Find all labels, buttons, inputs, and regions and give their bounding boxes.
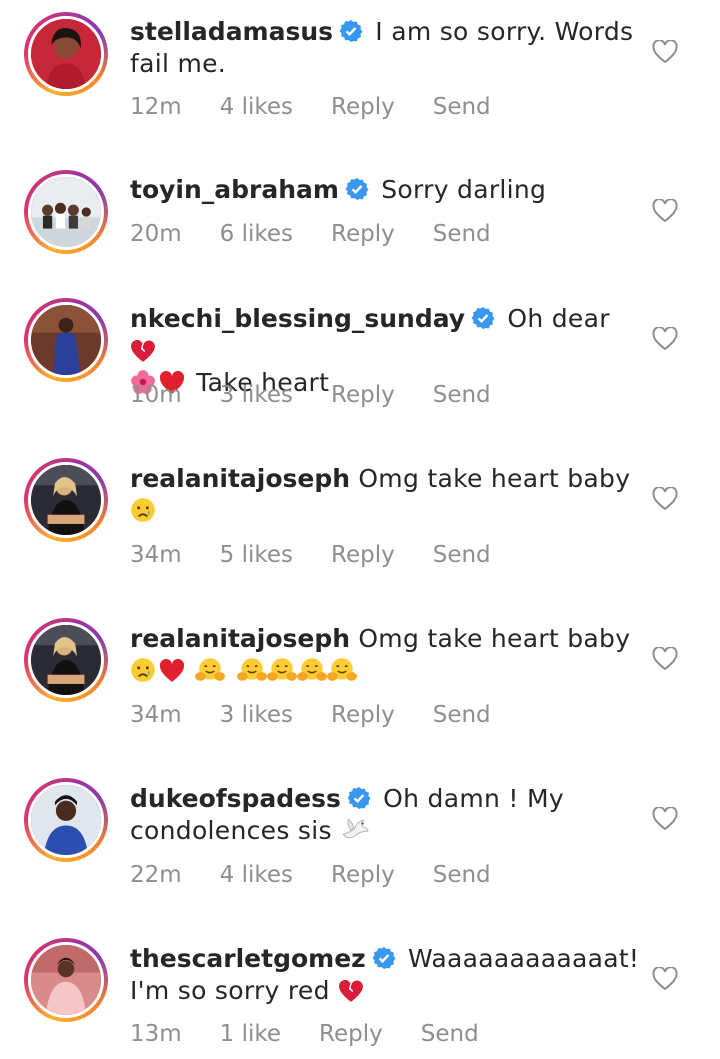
hugging-face-emoji [237, 657, 267, 683]
username[interactable]: realanitajoseph [130, 624, 350, 653]
comment-text: fail me. [130, 49, 227, 78]
reply-button[interactable]: Reply [331, 542, 395, 568]
username[interactable]: dukeofspadess [130, 784, 341, 813]
comment-meta: 13m 1 like Reply Send [130, 1021, 517, 1047]
likes-count[interactable]: 3 likes [220, 702, 293, 728]
timestamp: 10m [130, 382, 182, 408]
send-button[interactable]: Send [433, 221, 491, 247]
hugging-face-emoji [267, 657, 297, 683]
reply-button[interactable]: Reply [331, 382, 395, 408]
avatar[interactable] [24, 938, 108, 1022]
avatar[interactable] [24, 778, 108, 862]
broken-heart-emoji [338, 979, 364, 1003]
send-button[interactable]: Send [421, 1021, 479, 1047]
likes-count[interactable]: 3 likes [220, 382, 293, 408]
avatar[interactable] [24, 170, 108, 254]
comment-text: Oh dear [507, 304, 610, 333]
like-heart-icon[interactable] [652, 199, 678, 223]
send-button[interactable]: Send [433, 862, 491, 888]
crying-face-emoji [130, 497, 156, 523]
hugging-face-emoji [195, 657, 225, 683]
reply-button[interactable]: Reply [331, 94, 395, 120]
comment-meta: 34m 5 likes Reply Send [130, 542, 529, 568]
red-heart-emoji [159, 659, 185, 683]
username[interactable]: stelladamasus [130, 17, 333, 46]
comment-text: Waaaaaaaaaaaat! [407, 944, 640, 973]
verified-badge-icon [347, 786, 371, 810]
dove-emoji [340, 817, 370, 843]
send-button[interactable]: Send [433, 382, 491, 408]
send-button[interactable]: Send [433, 542, 491, 568]
like-heart-icon[interactable] [652, 40, 678, 64]
crying-face-emoji [130, 657, 156, 683]
comment-text: Omg take heart baby [358, 464, 631, 493]
username[interactable]: toyin_abraham [130, 175, 339, 204]
timestamp: 34m [130, 702, 182, 728]
avatar[interactable] [24, 458, 108, 542]
broken-heart-emoji [130, 339, 156, 363]
comment-meta: 10m 3 likes Reply Send [130, 382, 529, 408]
send-button[interactable]: Send [433, 94, 491, 120]
verified-badge-icon [372, 946, 396, 970]
like-heart-icon[interactable] [652, 807, 678, 831]
like-heart-icon[interactable] [652, 327, 678, 351]
likes-count[interactable]: 5 likes [220, 542, 293, 568]
likes-count[interactable]: 4 likes [220, 94, 293, 120]
comment-text: Oh damn ! My [383, 784, 564, 813]
timestamp: 20m [130, 221, 182, 247]
comment-text: condolences sis [130, 816, 332, 845]
likes-count[interactable]: 1 like [220, 1021, 281, 1047]
comment-text: I am so sorry. Words [375, 17, 634, 46]
verified-badge-icon [339, 19, 363, 43]
verified-badge-icon [471, 306, 495, 330]
hugging-face-emoji [297, 657, 327, 683]
timestamp: 22m [130, 862, 182, 888]
verified-badge-icon [345, 177, 369, 201]
like-heart-icon[interactable] [652, 487, 678, 511]
comment-meta: 12m 4 likes Reply Send [130, 94, 529, 120]
username[interactable]: nkechi_blessing_sunday [130, 304, 465, 333]
hugging-face-emoji [327, 657, 357, 683]
likes-count[interactable]: 6 likes [220, 221, 293, 247]
avatar[interactable] [24, 298, 108, 382]
reply-button[interactable]: Reply [331, 862, 395, 888]
reply-button[interactable]: Reply [319, 1021, 383, 1047]
avatar[interactable] [24, 618, 108, 702]
send-button[interactable]: Send [433, 702, 491, 728]
likes-count[interactable]: 4 likes [220, 862, 293, 888]
comment-text: I'm so sorry red [130, 976, 330, 1005]
reply-button[interactable]: Reply [331, 221, 395, 247]
like-heart-icon[interactable] [652, 647, 678, 671]
comment-text: Omg take heart baby [358, 624, 631, 653]
avatar[interactable] [24, 12, 108, 96]
comment-text: Sorry darling [381, 175, 547, 204]
reply-button[interactable]: Reply [331, 702, 395, 728]
like-heart-icon[interactable] [652, 967, 678, 991]
timestamp: 12m [130, 94, 182, 120]
username[interactable]: thescarletgomez [130, 944, 366, 973]
comment-meta: 34m 3 likes Reply Send [130, 702, 529, 728]
comment-meta: 20m 6 likes Reply Send [130, 221, 529, 247]
username[interactable]: realanitajoseph [130, 464, 350, 493]
comment-meta: 22m 4 likes Reply Send [130, 862, 529, 888]
timestamp: 13m [130, 1021, 182, 1047]
timestamp: 34m [130, 542, 182, 568]
